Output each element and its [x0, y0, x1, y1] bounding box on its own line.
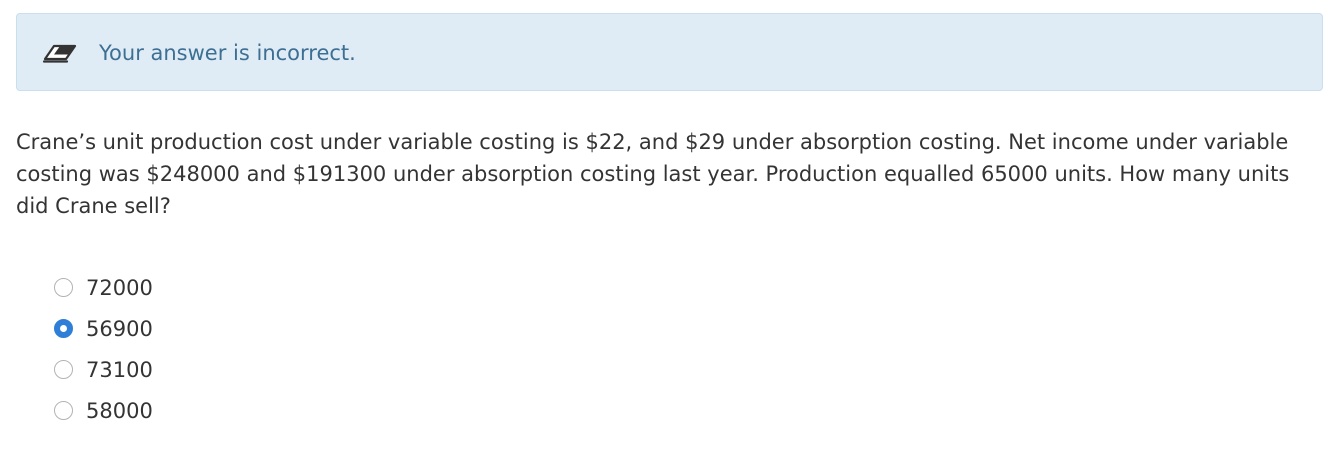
answer-option-label: 72000	[86, 275, 153, 300]
feedback-message: Your answer is incorrect.	[99, 41, 356, 65]
radio-button-2[interactable]	[54, 360, 73, 379]
radio-button-3[interactable]	[54, 401, 73, 420]
answer-option-0[interactable]: 72000	[54, 267, 153, 308]
question-text: Crane’s unit production cost under varia…	[16, 130, 1290, 218]
answer-option-label: 58000	[86, 398, 153, 423]
radio-button-1[interactable]	[54, 319, 73, 338]
answer-option-3[interactable]: 58000	[54, 390, 153, 431]
radio-button-0[interactable]	[54, 278, 73, 297]
eraser-icon	[42, 44, 77, 63]
answer-option-label: 73100	[86, 357, 153, 382]
answer-option-1[interactable]: 56900	[54, 308, 153, 349]
answer-option-label: 56900	[86, 316, 153, 341]
feedback-banner: Your answer is incorrect.	[16, 13, 1323, 91]
answer-option-2[interactable]: 73100	[54, 349, 153, 390]
answer-options: 72000 56900 73100 58000	[54, 267, 153, 431]
